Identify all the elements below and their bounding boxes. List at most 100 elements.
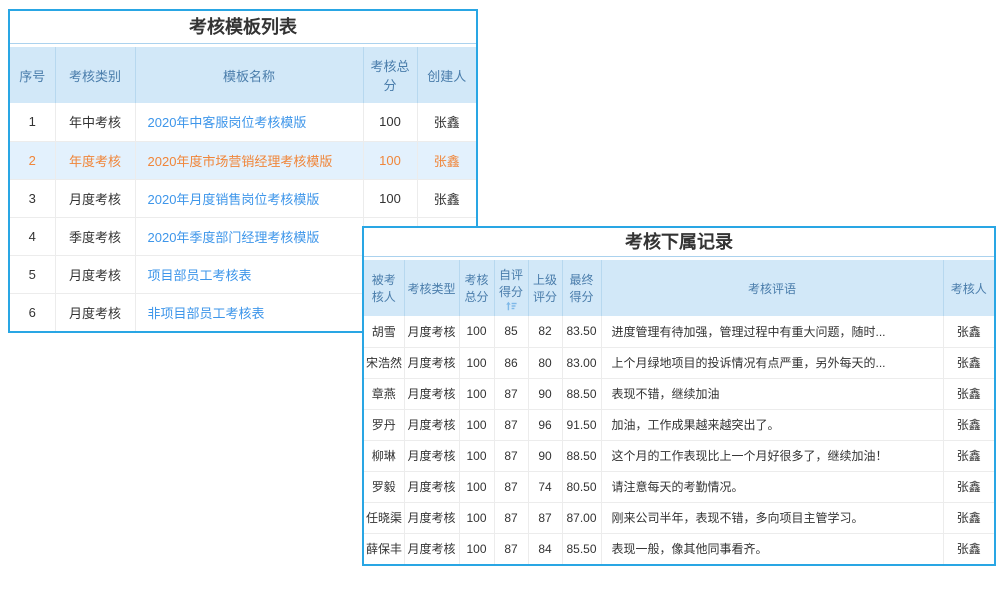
cell-final: 88.50	[562, 378, 601, 409]
cell-type: 月度考核	[404, 471, 459, 502]
table-row[interactable]: 宋浩然月度考核100868083.00上个月绿地项目的投诉情况有点严重，另外每天…	[364, 347, 994, 378]
cell-self: 86	[494, 347, 528, 378]
cell-person: 罗丹	[364, 409, 404, 440]
cell-final: 83.50	[562, 316, 601, 347]
cell-comment: 加油，工作成果越来越突出了。	[601, 409, 943, 440]
cell-superior: 96	[528, 409, 562, 440]
cell-type: 月度考核	[404, 533, 459, 564]
sort-ascending-icon[interactable]	[497, 301, 526, 311]
template-link[interactable]: 2020年月度销售岗位考核模版	[148, 192, 320, 207]
table-row[interactable]: 任晓渠月度考核100878787.00刚来公司半年，表现不错，多向项目主管学习。…	[364, 502, 994, 533]
cell-creator: 张鑫	[417, 179, 476, 217]
cell-no: 1	[10, 103, 55, 141]
cell-name[interactable]: 项目部员工考核表	[135, 255, 363, 293]
cell-name[interactable]: 2020年度市场营销经理考核模版	[135, 141, 363, 179]
cell-final: 85.50	[562, 533, 601, 564]
cell-superior: 80	[528, 347, 562, 378]
cell-superior: 90	[528, 378, 562, 409]
cell-category: 月度考核	[55, 293, 135, 331]
template-link[interactable]: 2020年季度部门经理考核模版	[148, 230, 320, 245]
cell-assessor: 张鑫	[943, 378, 994, 409]
cell-type: 月度考核	[404, 440, 459, 471]
cell-total: 100	[363, 141, 417, 179]
cell-total: 100	[459, 502, 494, 533]
cell-category: 月度考核	[55, 255, 135, 293]
col-header-final-score: 最终得分	[562, 260, 601, 316]
cell-name[interactable]: 2020年中客服岗位考核模版	[135, 103, 363, 141]
cell-person: 胡雪	[364, 316, 404, 347]
cell-superior: 90	[528, 440, 562, 471]
template-link[interactable]: 2020年度市场营销经理考核模版	[148, 154, 333, 169]
cell-superior: 87	[528, 502, 562, 533]
col-header-self-score[interactable]: 自评得分	[494, 260, 528, 316]
table-row[interactable]: 柳琳月度考核100879088.50这个月的工作表现比上一个月好很多了，继续加油…	[364, 440, 994, 471]
cell-superior: 82	[528, 316, 562, 347]
cell-assessor: 张鑫	[943, 409, 994, 440]
cell-assessor: 张鑫	[943, 533, 994, 564]
template-link[interactable]: 项目部员工考核表	[148, 268, 252, 283]
cell-name[interactable]: 2020年月度销售岗位考核模版	[135, 179, 363, 217]
cell-type: 月度考核	[404, 409, 459, 440]
cell-creator: 张鑫	[417, 103, 476, 141]
cell-no: 6	[10, 293, 55, 331]
template-link[interactable]: 2020年中客服岗位考核模版	[148, 115, 307, 130]
col-header-assessee: 被考核人	[364, 260, 404, 316]
cell-comment: 这个月的工作表现比上一个月好很多了，继续加油！	[601, 440, 943, 471]
cell-self: 87	[494, 502, 528, 533]
cell-type: 月度考核	[404, 347, 459, 378]
cell-assessor: 张鑫	[943, 347, 994, 378]
col-header-self-score-label: 自评得分	[499, 268, 523, 299]
cell-category: 年度考核	[55, 141, 135, 179]
cell-assessor: 张鑫	[943, 440, 994, 471]
cell-assessor: 张鑫	[943, 471, 994, 502]
template-table-title: 考核模板列表	[10, 11, 476, 44]
table-row[interactable]: 章燕月度考核100879088.50表现不错，继续加油张鑫	[364, 378, 994, 409]
col-header-total-score: 考核总分	[363, 47, 417, 103]
subordinate-records-panel: 考核下属记录 被考核人 考核类型 考核总分 自评得分	[362, 226, 996, 566]
cell-final: 88.50	[562, 440, 601, 471]
cell-superior: 74	[528, 471, 562, 502]
cell-comment: 表现一般，像其他同事看齐。	[601, 533, 943, 564]
table-row[interactable]: 3月度考核2020年月度销售岗位考核模版100张鑫	[10, 179, 476, 217]
table-row[interactable]: 罗丹月度考核100879691.50加油，工作成果越来越突出了。张鑫	[364, 409, 994, 440]
cell-final: 87.00	[562, 502, 601, 533]
cell-self: 87	[494, 378, 528, 409]
cell-comment: 进度管理有待加强，管理过程中有重大问题，随时...	[601, 316, 943, 347]
cell-person: 章燕	[364, 378, 404, 409]
record-table-title: 考核下属记录	[364, 228, 994, 257]
cell-total: 100	[363, 179, 417, 217]
cell-comment: 请注意每天的考勤情况。	[601, 471, 943, 502]
cell-total: 100	[459, 471, 494, 502]
table-row[interactable]: 罗毅月度考核100877480.50请注意每天的考勤情况。张鑫	[364, 471, 994, 502]
cell-type: 月度考核	[404, 378, 459, 409]
col-header-template-name: 模板名称	[135, 47, 363, 103]
cell-final: 83.00	[562, 347, 601, 378]
cell-final: 80.50	[562, 471, 601, 502]
cell-total: 100	[459, 347, 494, 378]
cell-superior: 84	[528, 533, 562, 564]
cell-total: 100	[459, 409, 494, 440]
cell-person: 宋浩然	[364, 347, 404, 378]
template-link[interactable]: 非项目部员工考核表	[148, 306, 265, 321]
cell-total: 100	[459, 533, 494, 564]
cell-comment: 刚来公司半年，表现不错，多向项目主管学习。	[601, 502, 943, 533]
table-row[interactable]: 胡雪月度考核100858283.50进度管理有待加强，管理过程中有重大问题，随时…	[364, 316, 994, 347]
cell-assessor: 张鑫	[943, 502, 994, 533]
cell-self: 87	[494, 409, 528, 440]
cell-self: 85	[494, 316, 528, 347]
cell-no: 5	[10, 255, 55, 293]
cell-name[interactable]: 非项目部员工考核表	[135, 293, 363, 331]
table-row[interactable]: 1年中考核2020年中客服岗位考核模版100张鑫	[10, 103, 476, 141]
cell-total: 100	[459, 316, 494, 347]
col-header-comment: 考核评语	[601, 260, 943, 316]
cell-person: 罗毅	[364, 471, 404, 502]
table-row[interactable]: 薛保丰月度考核100878485.50表现一般，像其他同事看齐。张鑫	[364, 533, 994, 564]
table-row[interactable]: 2年度考核2020年度市场营销经理考核模版100张鑫	[10, 141, 476, 179]
record-table: 被考核人 考核类型 考核总分 自评得分 上级评分 最终得分	[364, 260, 994, 564]
template-table-header-row: 序号 考核类别 模板名称 考核总分 创建人	[10, 47, 476, 103]
cell-category: 季度考核	[55, 217, 135, 255]
cell-self: 87	[494, 440, 528, 471]
cell-name[interactable]: 2020年季度部门经理考核模版	[135, 217, 363, 255]
col-header-assessor: 考核人	[943, 260, 994, 316]
cell-creator: 张鑫	[417, 141, 476, 179]
